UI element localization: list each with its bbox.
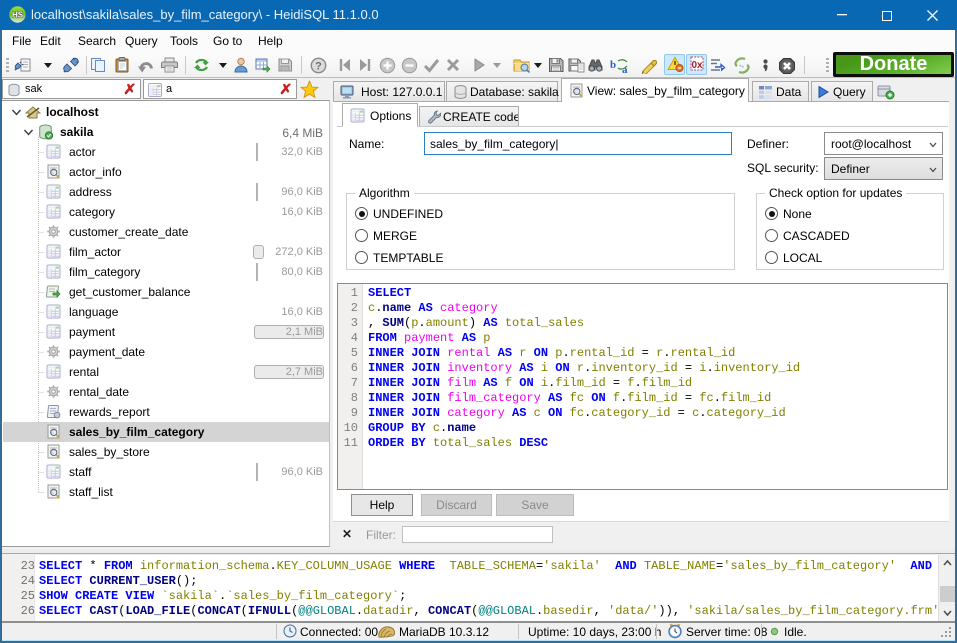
svg-text:HS: HS [12,11,24,20]
svg-text:b: b [610,59,616,71]
svg-text:0x: 0x [691,60,703,71]
svg-text:?: ? [315,61,322,73]
